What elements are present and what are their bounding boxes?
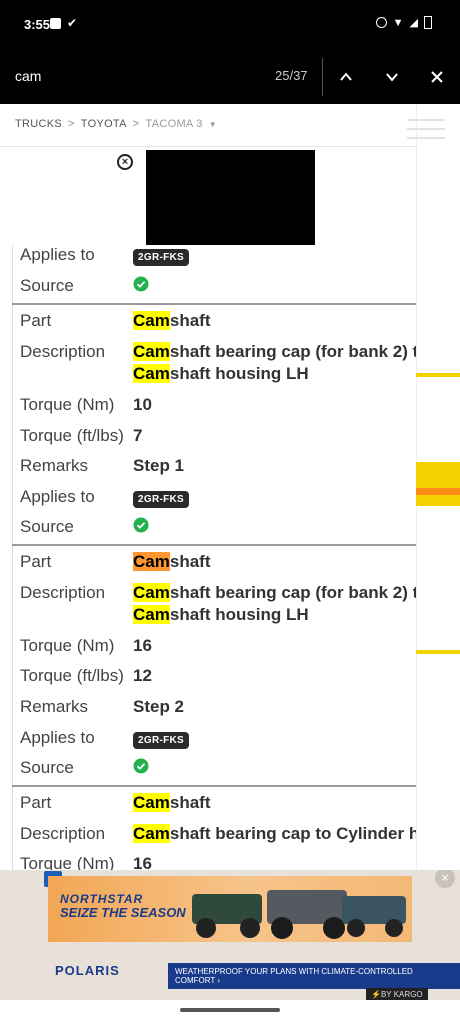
search-highlight: Cam (133, 793, 170, 812)
torque-nm-label: Torque (Nm) (20, 854, 115, 870)
part-label: Part (20, 552, 52, 571)
remarks-label: Remarks (20, 456, 89, 475)
verified-check-icon (133, 758, 149, 774)
verified-check-icon (133, 517, 149, 533)
menu-icon[interactable] (407, 112, 445, 146)
dropdown-caret-icon[interactable]: ▼ (209, 120, 217, 129)
row-separator (12, 303, 416, 305)
part-value: Camshaft (133, 311, 211, 330)
part-label: Part (20, 311, 52, 330)
breadcrumb-tacoma[interactable]: TACOMA 3 (146, 118, 203, 130)
ad-headline: NORTHSTAR (60, 892, 144, 906)
applies-to-label: Applies to (20, 245, 95, 264)
battery-icon (424, 16, 432, 29)
home-gesture-handle[interactable] (180, 1008, 280, 1012)
torque-nm-value: 16 (133, 854, 152, 870)
engine-badge[interactable]: 2GR-FKS (133, 491, 189, 508)
ad-cta-button[interactable]: WEATHERPROOF YOUR PLANS WITH CLIMATE-CON… (168, 963, 460, 989)
description-value: Camshaft bearing cap (for bank 2) to (133, 342, 416, 361)
ad-brand-logo: POLARIS (55, 963, 120, 978)
status-bar: 3:55 ✔ ▼ ◢ (0, 0, 460, 50)
torque-nm-label: Torque (Nm) (20, 636, 115, 655)
next-match-button[interactable] (379, 64, 405, 90)
checkmark-notification-icon: ✔ (67, 16, 78, 30)
torque-ftlbs-value: 7 (133, 426, 143, 445)
scroll-match-marker (416, 462, 460, 506)
close-icon (431, 71, 443, 83)
do-not-disturb-icon (375, 17, 387, 28)
scrollbar-track[interactable] (416, 104, 460, 1000)
engine-badge[interactable]: 2GR-FKS (133, 732, 189, 749)
remarks-value: Step 1 (133, 456, 185, 475)
status-time: 3:55 (24, 17, 51, 32)
ad-attribution[interactable]: ⚡BY KARGO (366, 988, 428, 1000)
app-notification-icon (50, 17, 61, 29)
description-value: Camshaft bearing cap (for bank 2) to (133, 583, 416, 602)
applies-to-label: Applies to (20, 487, 95, 506)
find-query-input[interactable]: cam (15, 68, 41, 84)
search-highlight: Cam (133, 605, 170, 624)
source-label: Source (20, 276, 74, 295)
applies-to-label: Applies to (20, 728, 95, 747)
search-highlight: Cam (133, 364, 170, 383)
bottom-ad[interactable]: × NORTHSTAR SEIZE THE SEASON POLARIS WEA… (0, 870, 460, 1000)
torque-nm-label: Torque (Nm) (20, 395, 115, 414)
engine-badge[interactable]: 2GR-FKS (133, 249, 189, 266)
scroll-match-marker (416, 373, 460, 377)
description-label: Description (20, 342, 106, 361)
find-divider (322, 58, 323, 96)
row-separator (12, 785, 416, 787)
part-value: Camshaft (133, 793, 211, 812)
close-ad-icon[interactable]: × (117, 154, 133, 170)
torque-nm-value: 16 (133, 636, 152, 655)
breadcrumb-separator: > (132, 118, 140, 130)
part-label: Part (20, 793, 52, 812)
search-highlight: Cam (133, 824, 170, 843)
close-find-button[interactable] (424, 64, 450, 90)
system-navigation-bar (0, 1000, 460, 1022)
breadcrumb-toyota[interactable]: TOYOTA (81, 118, 127, 130)
torque-nm-value: 10 (133, 395, 152, 414)
description-value: Camshaft bearing cap to Cylinder head (133, 824, 416, 843)
torque-ftlbs-label: Torque (ft/lbs) (20, 666, 124, 685)
breadcrumb-trucks[interactable]: TRUCKS (15, 118, 62, 130)
torque-ftlbs-label: Torque (ft/lbs) (20, 426, 124, 445)
description-label: Description (20, 824, 106, 843)
close-ad-button[interactable]: × (435, 870, 455, 888)
search-highlight: Cam (133, 342, 170, 361)
verified-check-icon (133, 276, 149, 292)
torque-specs-table: Applies to 2GR-FKS Source Part Camshaft … (12, 245, 416, 870)
ad-image[interactable] (146, 150, 315, 245)
description-label: Description (20, 583, 106, 602)
remarks-value: Step 2 (133, 697, 185, 716)
chevron-up-icon (340, 72, 352, 81)
torque-ftlbs-value: 12 (133, 666, 152, 685)
utv-vehicles-image (192, 890, 406, 939)
previous-match-button[interactable] (333, 64, 359, 90)
remarks-label: Remarks (20, 697, 89, 716)
breadcrumb: TRUCKS > TOYOTA > TACOMA 3 ▼ (0, 104, 416, 147)
scroll-active-match-marker (416, 488, 460, 495)
part-value: Camshaft (133, 552, 211, 571)
scroll-match-marker (416, 650, 460, 654)
row-separator (12, 544, 416, 546)
search-highlight: Cam (133, 311, 170, 330)
wifi-icon: ▼ (392, 16, 404, 29)
search-highlight: Cam (133, 583, 170, 602)
active-search-highlight: Cam (133, 552, 170, 571)
chevron-down-icon (386, 73, 398, 82)
breadcrumb-separator: > (68, 118, 75, 130)
ad-subheadline: SEIZE THE SEASON (60, 905, 186, 920)
source-label: Source (20, 517, 74, 536)
source-label: Source (20, 758, 74, 777)
signal-icon: ◢ (409, 17, 418, 29)
find-match-count: 25/37 (275, 68, 308, 83)
find-in-page-bar: cam 25/37 (0, 50, 460, 104)
